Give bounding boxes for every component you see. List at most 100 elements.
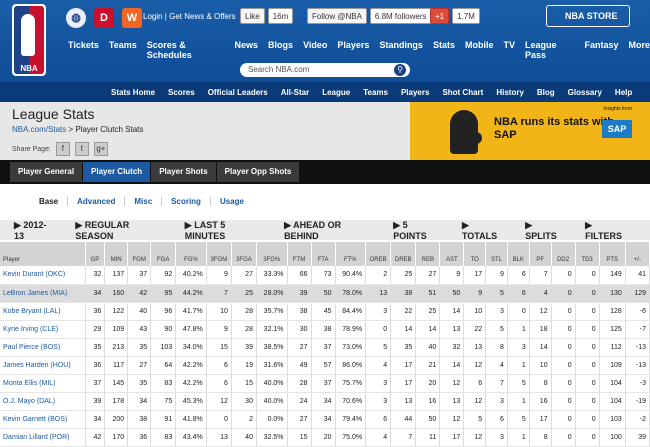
- column-header-fta[interactable]: FTA: [311, 242, 336, 266]
- search-input[interactable]: Search NBA.com ⚲: [240, 63, 410, 77]
- filter-splits[interactable]: ▶ SPLITS: [525, 220, 563, 241]
- table-cell: 1: [507, 392, 530, 411]
- nav-tv[interactable]: TV: [503, 40, 515, 60]
- column-header--[interactable]: +/-: [625, 242, 650, 266]
- stats-nav-teams[interactable]: Teams: [363, 88, 388, 97]
- nba-logo[interactable]: NBA: [12, 4, 46, 76]
- nav-tickets[interactable]: Tickets: [68, 40, 99, 60]
- twitter-follow-button[interactable]: Follow @NBA: [307, 8, 367, 24]
- stats-nav-glossary[interactable]: Glossary: [568, 88, 602, 97]
- stats-nav: Stats Home Scores Official Leaders All-S…: [0, 82, 650, 102]
- column-header-fga[interactable]: FGA: [150, 242, 177, 266]
- player-name-link[interactable]: LeBron James (MIA): [0, 284, 86, 303]
- google-plus-icon[interactable]: g+: [93, 142, 108, 156]
- player-name-link[interactable]: Damian Lillard (POR): [0, 428, 86, 447]
- column-header-min[interactable]: MIN: [104, 242, 129, 266]
- column-header-oreb[interactable]: OREB: [365, 242, 392, 266]
- column-header-ftm[interactable]: FTM: [287, 242, 312, 266]
- stats-nav-players[interactable]: Players: [401, 88, 429, 97]
- facebook-like[interactable]: Like 16m: [240, 8, 294, 24]
- subtab-advanced[interactable]: Advanced: [68, 196, 126, 206]
- filter-clutch-time[interactable]: ▶ LAST 5 MINUTES: [185, 220, 262, 241]
- column-header-3fgm[interactable]: 3FGM: [206, 242, 232, 266]
- facebook-like-button[interactable]: Like: [240, 8, 265, 24]
- wnba-icon[interactable]: W: [122, 8, 142, 28]
- column-header-player[interactable]: Player: [0, 242, 86, 266]
- column-header-fgm[interactable]: FGM: [127, 242, 152, 266]
- column-header-3fga[interactable]: 3FGA: [231, 242, 257, 266]
- table-cell: 12: [439, 374, 465, 393]
- nav-league-pass[interactable]: League Pass: [525, 40, 574, 60]
- subtab-scoring[interactable]: Scoring: [162, 196, 211, 206]
- twitter-follow[interactable]: Follow @NBA 6.8M followers: [307, 8, 432, 24]
- filter-filters[interactable]: ▶ FILTERS: [585, 220, 628, 241]
- column-header-blk[interactable]: BLK: [507, 242, 530, 266]
- google-plus-button[interactable]: +1: [430, 8, 450, 24]
- player-name-link[interactable]: Kobe Bryant (LAL): [0, 302, 86, 321]
- player-name-link[interactable]: Monta Ellis (MIL): [0, 374, 86, 393]
- nav-more[interactable]: More: [628, 40, 650, 60]
- twitter-icon[interactable]: t: [74, 142, 89, 156]
- stats-nav-allstar[interactable]: All-Star: [281, 88, 309, 97]
- column-header-to[interactable]: TO: [463, 242, 487, 266]
- login-links[interactable]: Login | Get News & Offers: [143, 12, 236, 21]
- stats-nav-help[interactable]: Help: [615, 88, 632, 97]
- nav-mobile[interactable]: Mobile: [465, 40, 494, 60]
- player-name-link[interactable]: Paul Pierce (BOS): [0, 338, 86, 357]
- column-header-reb[interactable]: REB: [415, 242, 441, 266]
- column-header-gp[interactable]: GP: [85, 242, 106, 266]
- breadcrumb-link[interactable]: NBA.com/Stats: [12, 125, 66, 134]
- column-header-pts[interactable]: PTS: [599, 242, 626, 266]
- nav-video[interactable]: Video: [303, 40, 327, 60]
- tab-player-clutch[interactable]: Player Clutch: [83, 162, 151, 182]
- subtab-base[interactable]: Base: [30, 196, 69, 206]
- globe-icon[interactable]: ◍: [66, 8, 86, 28]
- stats-nav-leaders[interactable]: Official Leaders: [208, 88, 268, 97]
- column-header-dreb[interactable]: DREB: [390, 242, 417, 266]
- nav-standings[interactable]: Standings: [379, 40, 423, 60]
- subtab-misc[interactable]: Misc: [125, 196, 163, 206]
- player-name-link[interactable]: Kevin Garnett (BOS): [0, 410, 86, 429]
- column-header-dd2[interactable]: DD2: [551, 242, 576, 266]
- nav-stats[interactable]: Stats: [433, 40, 455, 60]
- nav-teams[interactable]: Teams: [109, 40, 137, 60]
- filter-season[interactable]: ▶ 2012-13: [14, 220, 53, 241]
- player-name-link[interactable]: O.J. Mayo (DAL): [0, 392, 86, 411]
- stats-nav-home[interactable]: Stats Home: [111, 88, 155, 97]
- column-header-pf[interactable]: PF: [529, 242, 552, 266]
- player-name-link[interactable]: Kyrie Irving (CLE): [0, 320, 86, 339]
- tab-player-opp-shots[interactable]: Player Opp Shots: [216, 162, 300, 182]
- nav-players[interactable]: Players: [337, 40, 369, 60]
- column-header-ast[interactable]: AST: [439, 242, 465, 266]
- stats-nav-league[interactable]: League: [322, 88, 350, 97]
- stats-table: Player GP MIN FGM FGA FG% 3FGM 3FGA 3FG% FTM FTA FT…: [0, 242, 650, 447]
- subtab-usage[interactable]: Usage: [211, 197, 253, 206]
- stats-nav-blog[interactable]: Blog: [537, 88, 555, 97]
- column-header-td3[interactable]: TD3: [575, 242, 600, 266]
- tab-player-general[interactable]: Player General: [10, 162, 83, 182]
- tab-player-shots[interactable]: Player Shots: [151, 162, 216, 182]
- column-header-3fg-[interactable]: 3FG%: [256, 242, 288, 266]
- filter-season-type[interactable]: ▶ REGULAR SEASON: [75, 220, 162, 241]
- nav-scores[interactable]: Scores & Schedules: [147, 40, 225, 60]
- filter-ahead-behind[interactable]: ▶ AHEAD OR BEHIND: [284, 220, 371, 241]
- player-name-link[interactable]: Kevin Durant (OKC): [0, 266, 86, 285]
- column-header-fg-[interactable]: FG%: [175, 242, 207, 266]
- player-name-link[interactable]: James Harden (HOU): [0, 356, 86, 375]
- sap-ad-banner[interactable]: NBA runs its stats with SAP Insights fro…: [410, 102, 650, 160]
- search-icon[interactable]: ⚲: [394, 64, 406, 76]
- nav-fantasy[interactable]: Fantasy: [584, 40, 618, 60]
- stats-nav-scores[interactable]: Scores: [168, 88, 195, 97]
- filter-point-diff[interactable]: ▶ 5 POINTS: [393, 220, 440, 241]
- facebook-icon[interactable]: f: [55, 142, 70, 156]
- column-header-ft-[interactable]: FT%: [335, 242, 367, 266]
- filter-totals[interactable]: ▶ TOTALS: [462, 220, 503, 241]
- google-plus[interactable]: +1 1.7M: [430, 8, 480, 24]
- stats-nav-history[interactable]: History: [496, 88, 524, 97]
- nav-blogs[interactable]: Blogs: [268, 40, 293, 60]
- column-header-stl[interactable]: STL: [485, 242, 508, 266]
- stats-nav-shot-chart[interactable]: Shot Chart: [442, 88, 483, 97]
- dleague-icon[interactable]: D: [94, 8, 114, 28]
- nba-store-button[interactable]: NBA STORE: [546, 5, 630, 27]
- nav-news[interactable]: News: [235, 40, 259, 60]
